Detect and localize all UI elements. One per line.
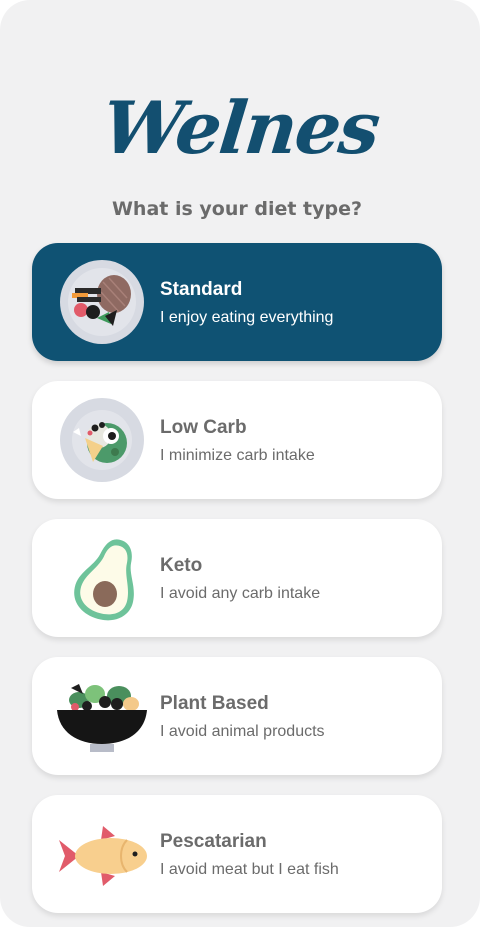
salad-bowl-icon — [57, 684, 147, 752]
diet-type-screen: Welnes What is your diet type? Standard … — [0, 0, 480, 927]
option-pescatarian[interactable]: Pescatarian I avoid meat but I eat fish — [32, 795, 442, 913]
option-subtitle: I avoid any carb intake — [160, 585, 321, 602]
option-subtitle: I avoid meat but I eat fish — [160, 861, 339, 878]
option-text: Standard I enjoy eating everything — [160, 279, 333, 327]
option-low-carb[interactable]: Low Carb I minimize carb intake — [32, 381, 442, 499]
option-title: Standard — [160, 279, 243, 300]
option-text: Keto I avoid any carb intake — [160, 555, 320, 603]
fish-icon — [59, 826, 147, 886]
diet-question-heading: What is your diet type? — [111, 198, 363, 220]
food-plate-icon — [60, 260, 144, 344]
option-subtitle: I enjoy eating everything — [160, 309, 334, 326]
option-standard[interactable]: Standard I enjoy eating everything — [32, 243, 442, 361]
option-text: Pescatarian I avoid meat but I eat fish — [160, 831, 339, 879]
logo-text: Welnes — [98, 85, 382, 170]
salad-plate-icon — [60, 398, 144, 482]
option-subtitle: I minimize carb intake — [160, 447, 315, 464]
app-logo: Welnes — [0, 78, 480, 178]
option-text: Low Carb I minimize carb intake — [160, 417, 315, 465]
option-subtitle: I avoid animal products — [160, 723, 325, 740]
option-title: Low Carb — [160, 417, 247, 438]
option-title: Plant Based — [160, 693, 269, 714]
option-text: Plant Based I avoid animal products — [160, 693, 325, 741]
option-keto[interactable]: Keto I avoid any carb intake — [32, 519, 442, 637]
option-title: Pescatarian — [160, 831, 267, 852]
diet-options-list: Standard I enjoy eating everything Low C… — [32, 243, 442, 927]
avocado-icon — [74, 539, 134, 621]
option-plant-based[interactable]: Plant Based I avoid animal products — [32, 657, 442, 775]
option-title: Keto — [160, 555, 203, 576]
